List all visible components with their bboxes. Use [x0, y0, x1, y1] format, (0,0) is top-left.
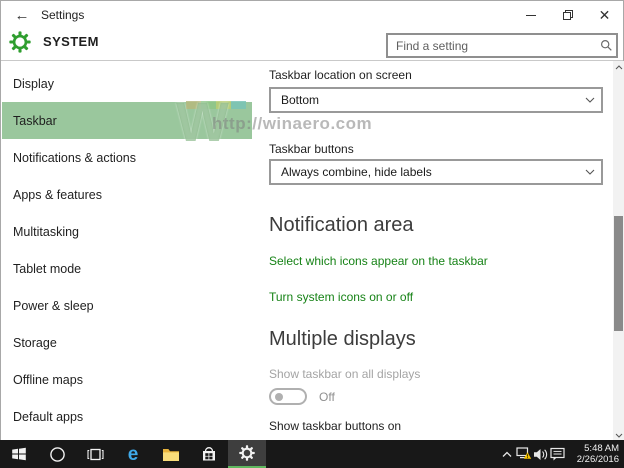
notification-area-heading: Notification area [269, 214, 414, 236]
settings-app-button[interactable] [228, 440, 266, 468]
show-taskbar-all-displays-label: Show taskbar on all displays [269, 367, 421, 381]
scrollbar-thumb[interactable] [614, 216, 623, 331]
title-bar: ← Settings ✕ [1, 1, 623, 29]
sidebar-item-power-sleep[interactable]: Power & sleep [2, 287, 252, 324]
search-box[interactable] [386, 33, 618, 58]
taskbar-location-label: Taskbar location on screen [269, 68, 412, 82]
close-button[interactable]: ✕ [586, 1, 623, 29]
search-icon[interactable] [596, 39, 616, 52]
start-button[interactable] [0, 440, 38, 468]
sidebar-item-multitasking[interactable]: Multitasking [2, 213, 252, 250]
window-controls: ✕ [512, 1, 623, 29]
edge-button[interactable]: e [114, 440, 152, 468]
sidebar-item-offline-maps[interactable]: Offline maps [2, 361, 252, 398]
multiple-displays-heading: Multiple displays [269, 328, 416, 350]
chevron-down-icon [579, 97, 601, 103]
show-taskbar-all-displays-toggle-row: Off [269, 388, 335, 405]
select-icons-link[interactable]: Select which icons appear on the taskbar [269, 254, 488, 268]
toggle-state-label: Off [319, 389, 335, 404]
search-input[interactable] [388, 38, 596, 53]
file-explorer-button[interactable] [152, 440, 190, 468]
taskbar-location-value: Bottom [281, 93, 320, 107]
settings-gear-icon [239, 445, 255, 461]
sidebar-item-notifications[interactable]: Notifications & actions [2, 139, 252, 176]
network-warning-icon[interactable] [515, 440, 532, 468]
tray-clock[interactable]: 5:48 AM 2/26/2016 [569, 443, 619, 465]
content-scrollbar[interactable] [613, 61, 624, 441]
task-view-icon [86, 448, 104, 460]
clock-time: 5:48 AM [584, 443, 619, 454]
close-icon: ✕ [598, 7, 611, 23]
action-center-icon[interactable] [549, 440, 566, 468]
taskbar-settings-panel: Taskbar location on screen Bottom Taskba… [269, 61, 603, 441]
taskbar-buttons-label: Taskbar buttons [269, 142, 354, 156]
minimize-button[interactable] [512, 1, 549, 29]
back-arrow-icon: ← [14, 6, 30, 24]
back-button[interactable]: ← [7, 1, 37, 29]
cortana-button[interactable] [38, 440, 76, 468]
settings-window: ← Settings ✕ SYSTEM Find a setting Displ… [0, 0, 624, 441]
sidebar-item-taskbar[interactable]: Taskbar [2, 102, 252, 139]
chevron-down-icon [579, 169, 601, 175]
minimize-icon [525, 14, 536, 16]
gear-icon [9, 31, 31, 53]
file-explorer-icon [163, 448, 179, 461]
sidebar-item-storage[interactable]: Storage [2, 324, 252, 361]
show-taskbar-all-displays-toggle[interactable] [269, 388, 307, 405]
toggle-knob [275, 392, 283, 401]
page-title: SYSTEM [43, 34, 99, 49]
sidebar-item-display[interactable]: Display [2, 65, 252, 102]
edge-icon: e [127, 443, 139, 465]
task-view-button[interactable] [76, 440, 114, 468]
show-taskbar-buttons-on-label: Show taskbar buttons on [269, 419, 402, 433]
restore-button[interactable] [549, 1, 586, 29]
taskbar-location-select[interactable]: Bottom [269, 87, 603, 113]
window-title: Settings [41, 8, 85, 22]
sidebar-item-tablet-mode[interactable]: Tablet mode [2, 250, 252, 287]
store-icon [203, 447, 215, 461]
taskbar-buttons-value: Always combine, hide labels [281, 165, 432, 179]
store-button[interactable] [190, 440, 228, 468]
tray-chevron-up-icon[interactable] [498, 440, 515, 468]
system-icons-link[interactable]: Turn system icons on or off [269, 290, 413, 304]
start-icon [12, 447, 26, 461]
speaker-icon[interactable] [532, 440, 549, 468]
cortana-icon [49, 446, 65, 462]
page-header: SYSTEM [1, 29, 623, 60]
taskbar-buttons-select[interactable]: Always combine, hide labels [269, 159, 603, 185]
sidebar-item-default-apps[interactable]: Default apps [2, 398, 252, 435]
clock-date: 2/26/2016 [576, 454, 619, 465]
system-tray: 5:48 AM 2/26/2016 [498, 440, 622, 468]
scrollbar-up-button[interactable] [613, 61, 624, 73]
sidebar-item-apps-features[interactable]: Apps & features [2, 176, 252, 213]
sidebar: Display Taskbar Notifications & actions … [2, 61, 252, 440]
os-taskbar: e 5:48 AM 2/26/2016 [0, 440, 624, 468]
restore-icon [562, 10, 573, 20]
desktop-screen: ← Settings ✕ SYSTEM Find a setting Displ… [0, 0, 624, 468]
